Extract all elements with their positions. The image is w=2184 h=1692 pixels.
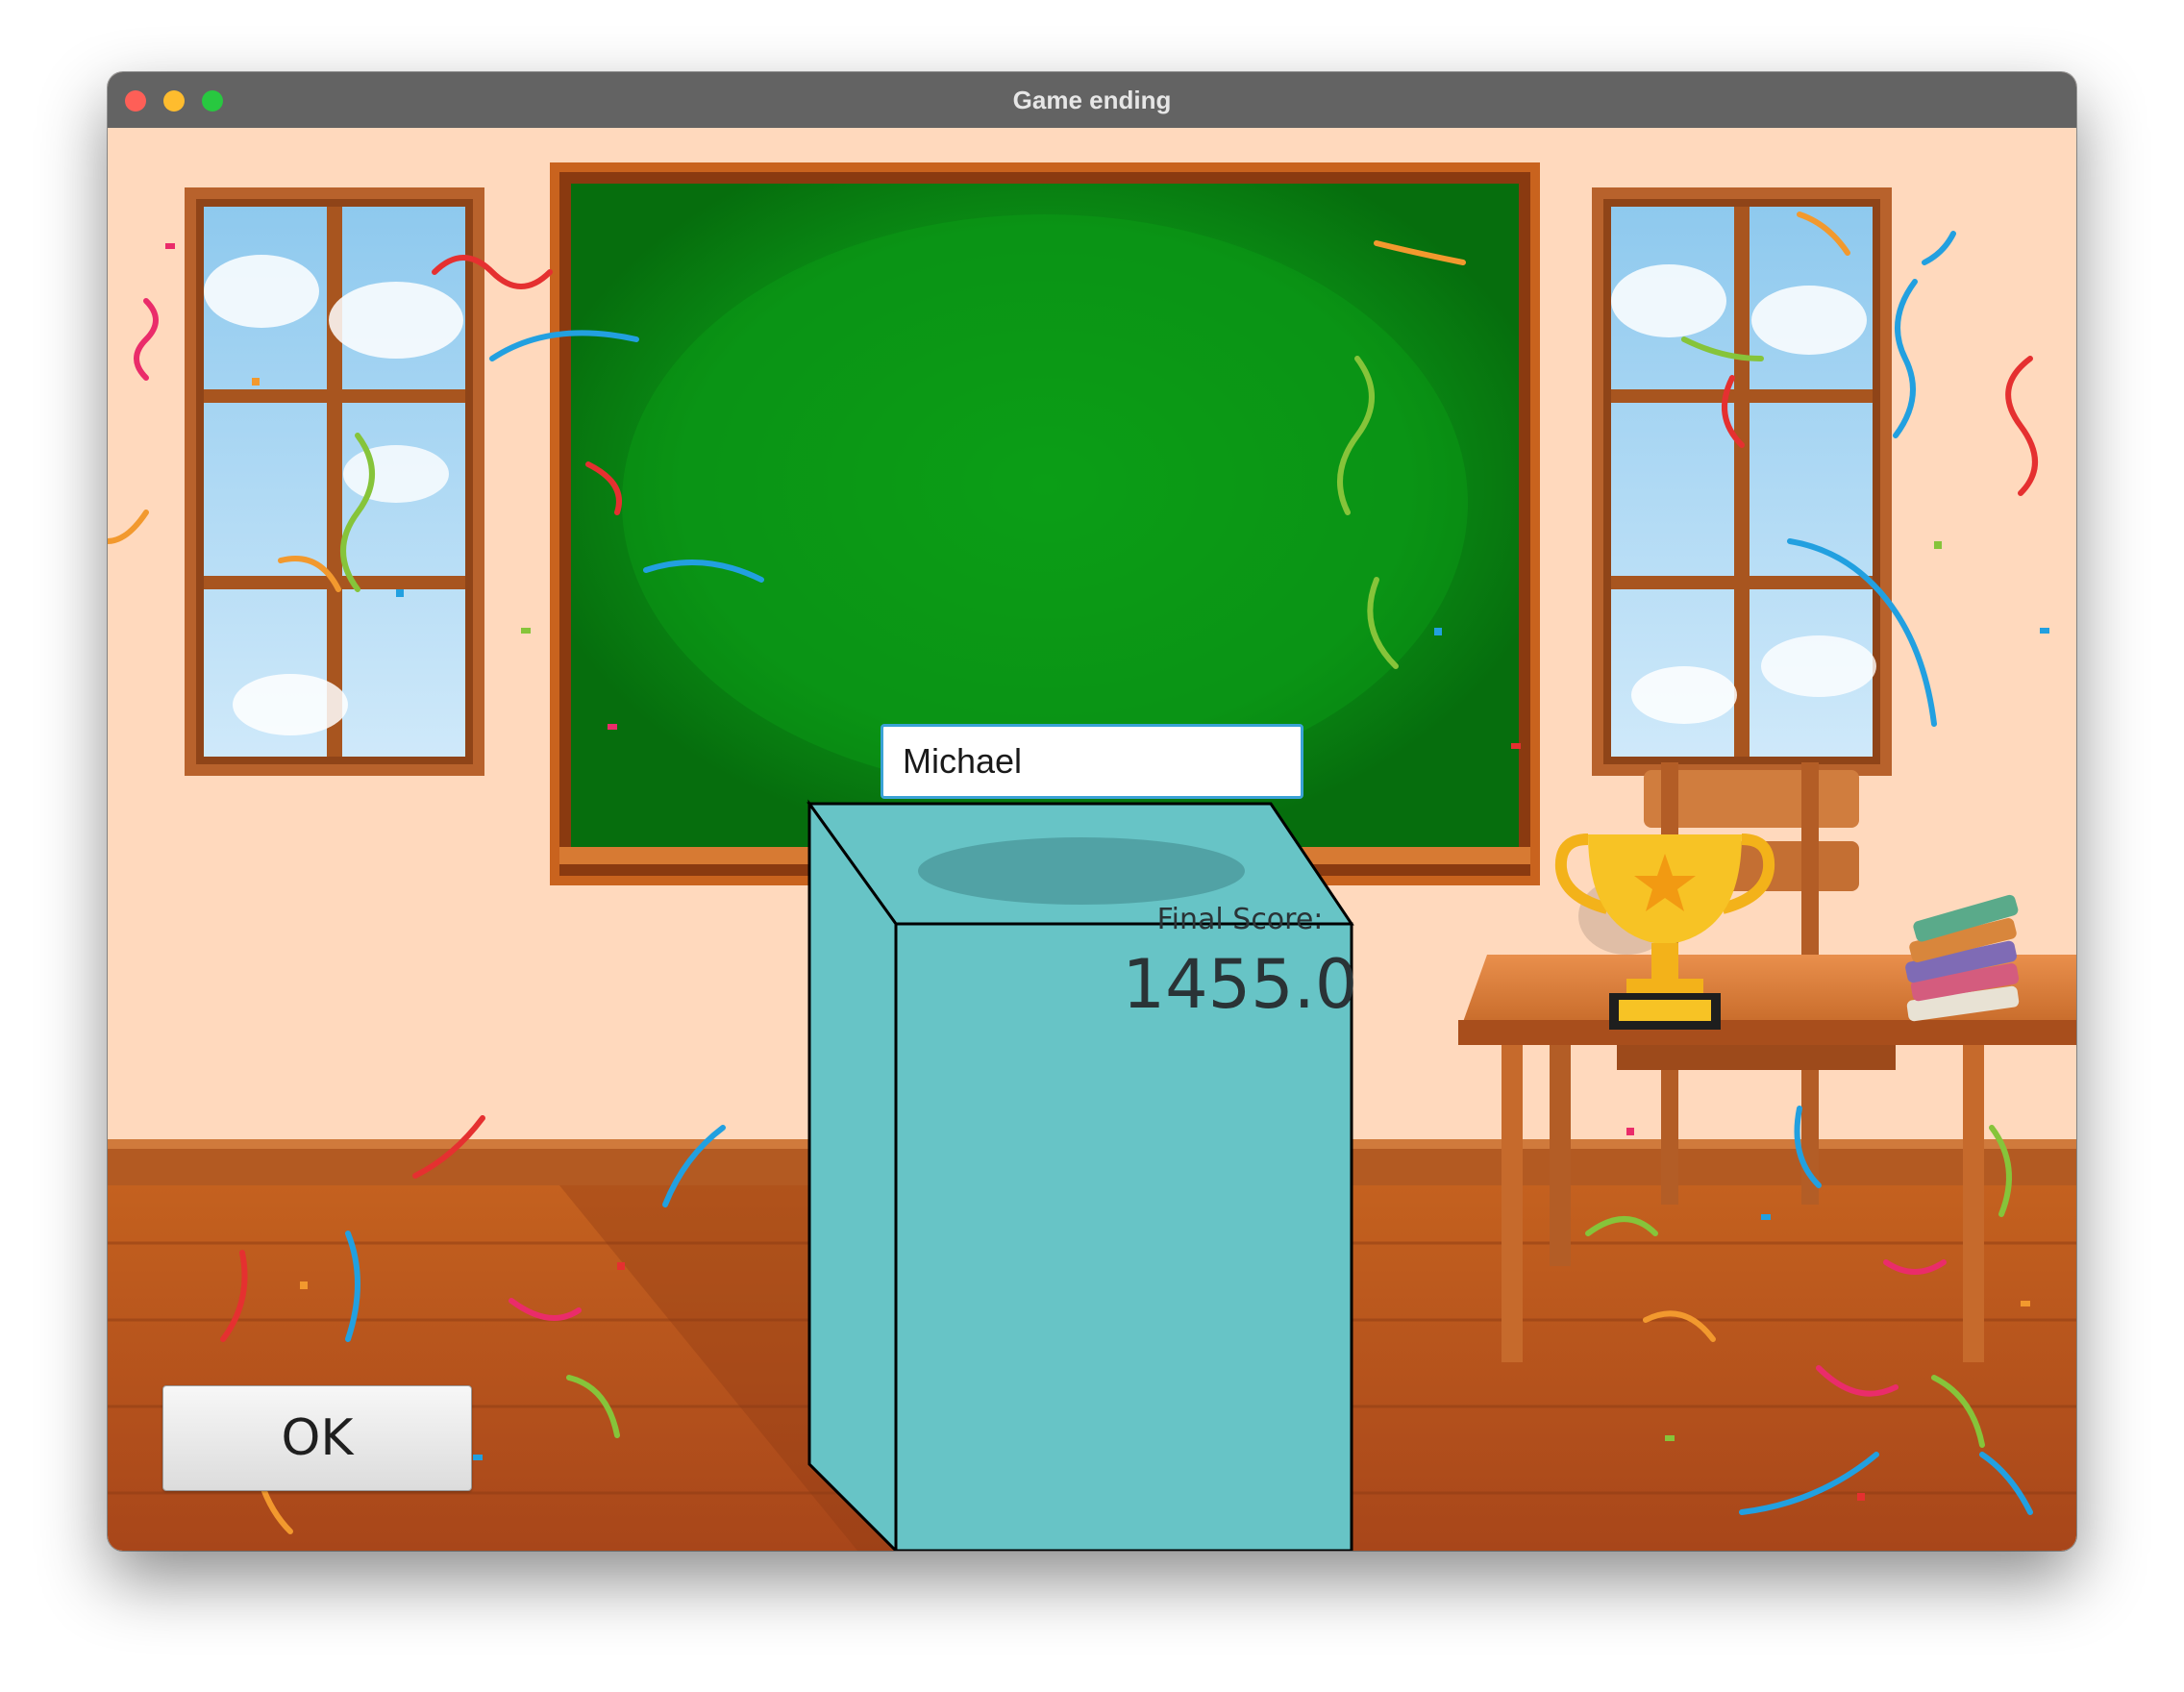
ok-button[interactable]: OK	[162, 1385, 472, 1491]
final-score-value: 1455.0	[1122, 945, 1358, 1024]
window-title: Game ending	[1012, 86, 1172, 114]
game-ending-window: Game ending Michael Final Score: 1455.0 …	[108, 72, 2076, 1551]
final-score-label: Final Score:	[1156, 903, 1324, 936]
title-bar: Game ending	[108, 72, 2076, 129]
classroom-scene: Final Score: 1455.0 OK	[108, 128, 2076, 1551]
player-name-input[interactable]	[881, 724, 1303, 799]
classroom-background	[108, 128, 2076, 1551]
